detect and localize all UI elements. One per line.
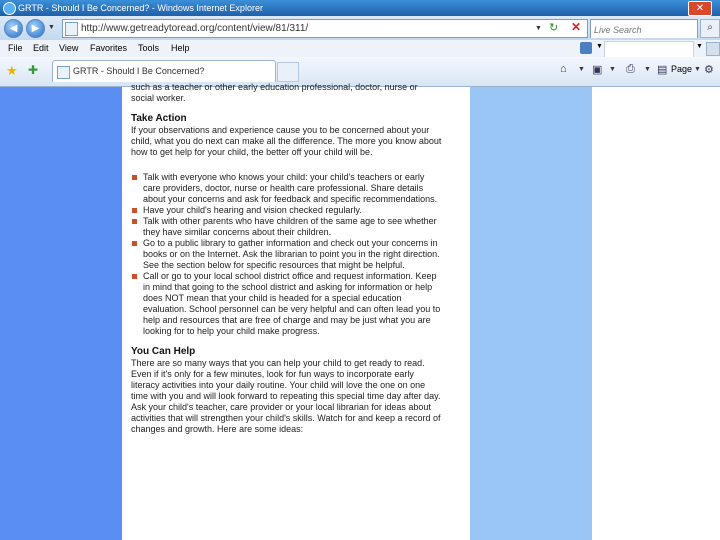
address-field[interactable]: http://www.getreadytoread.org/content/vi… [62, 19, 588, 38]
toolbar-extension-field[interactable] [604, 41, 694, 58]
toolbar-extension-dropdown-icon[interactable]: ▼ [596, 43, 603, 50]
window-title: GRTR - Should I Be Concerned? - Windows … [18, 3, 263, 13]
print-icon[interactable]: ⎙ [626, 63, 635, 76]
refresh-icon[interactable]: ↻ [549, 21, 558, 34]
feeds-dropdown-icon[interactable]: ▼ [609, 66, 616, 73]
toolbar-more-dropdown-icon[interactable]: ▼ [696, 43, 703, 50]
search-button[interactable]: ⌕ [700, 19, 720, 38]
address-dropdown-icon[interactable]: ▼ [535, 25, 542, 32]
list-item: Talk with everyone who knows your child:… [131, 172, 443, 205]
list-item: Call or go to your local school district… [131, 271, 443, 337]
you-can-help-heading: You Can Help [131, 346, 196, 357]
new-tab-button[interactable] [277, 62, 299, 82]
tab-page-icon [57, 66, 70, 79]
back-button[interactable]: ◀ [4, 19, 23, 38]
page-menu-icon[interactable]: ▤ [657, 63, 667, 76]
menu-bar: File Edit View Favorites Tools Help ▼ ▼ [0, 40, 720, 58]
window-title-bar: GRTR - Should I Be Concerned? - Windows … [0, 0, 720, 16]
home-dropdown-icon[interactable]: ▼ [578, 66, 585, 73]
search-input[interactable] [591, 22, 697, 38]
intro-fragment: such as a teacher or other early educati… [131, 82, 418, 103]
tab-current-page[interactable]: GRTR - Should I Be Concerned? [52, 60, 276, 82]
menu-help[interactable]: Help [171, 40, 190, 57]
menu-edit[interactable]: Edit [33, 40, 49, 57]
page-menu-dropdown-icon[interactable]: ▼ [694, 66, 701, 73]
left-color-band [0, 87, 122, 540]
take-action-paragraph: If your observations and experience caus… [131, 125, 442, 157]
you-can-help-paragraph: There are so many ways that you can help… [131, 358, 441, 434]
toolbar-grip-icon[interactable] [706, 42, 720, 56]
page-icon [65, 22, 78, 36]
list-item: Have your child's hearing and vision che… [131, 205, 443, 216]
ie-logo-icon [3, 2, 16, 15]
favorites-star-icon[interactable]: ★ [6, 63, 18, 79]
page-content: such as a teacher or other early educati… [0, 82, 720, 540]
tab-label: GRTR - Should I Be Concerned? [73, 66, 205, 76]
print-dropdown-icon[interactable]: ▼ [644, 66, 651, 73]
toolbar-extension-icon[interactable] [580, 42, 592, 54]
take-action-heading: Take Action [131, 113, 187, 124]
take-action-list: Talk with everyone who knows your child:… [131, 172, 443, 337]
address-toolbar: ◀ ▶ ▼ http://www.getreadytoread.org/cont… [0, 16, 720, 40]
list-item: Talk with other parents who have childre… [131, 216, 443, 238]
url-text[interactable]: http://www.getreadytoread.org/content/vi… [81, 20, 308, 37]
window-close-button[interactable]: ✕ [688, 1, 712, 16]
search-field[interactable] [590, 19, 698, 38]
menu-file[interactable]: File [8, 40, 23, 57]
menu-view[interactable]: View [59, 40, 78, 57]
menu-favorites[interactable]: Favorites [90, 40, 127, 57]
menu-tools[interactable]: Tools [138, 40, 159, 57]
add-favorite-icon[interactable]: ✚ [28, 63, 38, 77]
history-dropdown-icon[interactable]: ▼ [48, 24, 55, 31]
list-item: Go to a public library to gather informa… [131, 238, 443, 271]
tools-gear-icon[interactable]: ⚙ [704, 63, 714, 76]
page-menu-button[interactable]: Page [671, 64, 692, 74]
right-color-band [470, 87, 592, 540]
home-icon[interactable]: ⌂ [560, 63, 567, 75]
article: such as a teacher or other early educati… [131, 82, 443, 443]
stop-icon[interactable]: ✕ [571, 20, 581, 34]
feeds-icon[interactable]: ▣ [592, 63, 602, 76]
forward-button[interactable]: ▶ [26, 19, 45, 38]
